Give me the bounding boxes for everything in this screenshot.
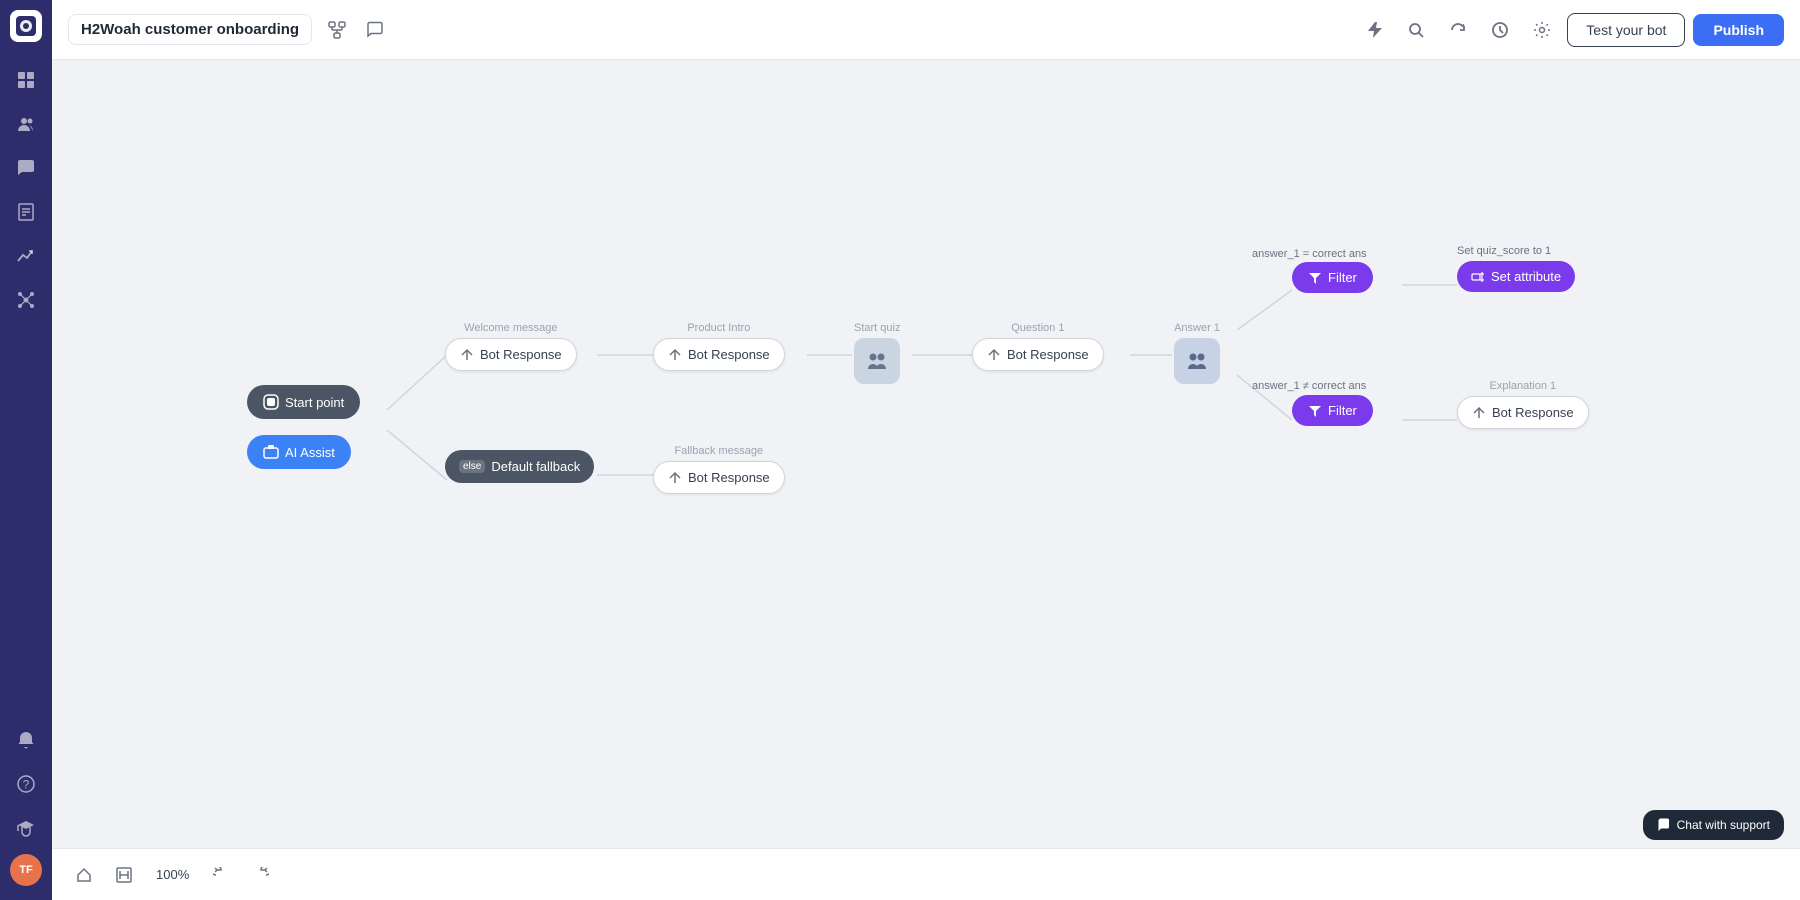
welcome-message-text: Bot Response (480, 347, 562, 362)
fallback-message-wrapper: Fallback message Bot Response (653, 445, 785, 494)
topbar-right: Test your bot Publish (1357, 13, 1784, 47)
refresh-icon[interactable] (1441, 13, 1475, 47)
chat-support-button[interactable]: Chat with support (1643, 810, 1784, 840)
incorrect-condition-label: answer_1 ≠ correct ans (1252, 380, 1366, 392)
explanation-1-wrapper: Explanation 1 Bot Response (1457, 380, 1589, 429)
integrations-icon[interactable] (8, 282, 44, 318)
search-icon[interactable] (1399, 13, 1433, 47)
start-point-node[interactable]: Start point (247, 385, 360, 419)
ai-assist-label: AI Assist (285, 445, 335, 460)
analytics-icon[interactable] (8, 238, 44, 274)
filter-incorrect-node[interactable]: Filter (1292, 395, 1373, 426)
else-badge: else (459, 460, 485, 473)
sidebar-bottom: ? TF (8, 718, 44, 890)
filter-correct-node[interactable]: Filter (1292, 262, 1373, 293)
filter-correct-text: Filter (1328, 270, 1357, 285)
dashboard-icon[interactable] (8, 62, 44, 98)
publish-button[interactable]: Publish (1693, 14, 1784, 46)
fallback-message-label: Fallback message (675, 445, 764, 457)
answer-1-wrapper: Answer 1 (1174, 322, 1220, 384)
lightning-icon[interactable] (1357, 13, 1391, 47)
start-quiz-label: Start quiz (854, 322, 900, 334)
explanation-1-label: Explanation 1 (1490, 380, 1557, 392)
chat-support-label: Chat with support (1677, 818, 1770, 832)
learn-icon[interactable] (8, 810, 44, 846)
correct-condition-label: answer_1 = correct ans (1252, 248, 1367, 260)
welcome-message-label: Welcome message (464, 322, 557, 334)
filter-incorrect-wrapper: Filter (1292, 395, 1373, 426)
flow-icon[interactable] (320, 13, 354, 47)
incorrect-condition-wrapper: answer_1 ≠ correct ans (1252, 380, 1366, 396)
explanation-1-text: Bot Response (1492, 405, 1574, 420)
fit-view-icon[interactable] (108, 859, 140, 891)
set-attribute-node[interactable]: Set attribute (1457, 261, 1575, 292)
welcome-message-wrapper: Welcome message Bot Response (445, 322, 577, 371)
answer-1-node[interactable] (1174, 338, 1220, 384)
product-intro-label: Product Intro (687, 322, 750, 334)
default-fallback-node[interactable]: else Default fallback (445, 450, 594, 483)
filter-incorrect-text: Filter (1328, 403, 1357, 418)
start-point-node-wrapper: Start point (247, 385, 360, 419)
undo-icon[interactable] (205, 859, 237, 891)
set-attr-wrapper: Set quiz_score to 1 Set attribute (1457, 245, 1575, 292)
filter-correct-wrapper: Filter (1292, 262, 1373, 293)
home-icon[interactable] (68, 859, 100, 891)
start-quiz-node[interactable] (854, 338, 900, 384)
topbar: H2Woah customer onboarding (52, 0, 1800, 60)
question-1-label: Question 1 (1011, 322, 1064, 334)
flow-canvas[interactable]: Start point AI Assist Welcome message Bo… (52, 60, 1800, 900)
settings-icon[interactable] (1525, 13, 1559, 47)
bottombar: 100% (52, 848, 1800, 900)
history-icon[interactable] (1483, 13, 1517, 47)
start-point-label: Start point (285, 395, 344, 410)
fallback-message-text: Bot Response (688, 470, 770, 485)
user-avatar[interactable]: TF (10, 854, 42, 886)
question-1-node[interactable]: Bot Response (972, 338, 1104, 371)
svg-text:?: ? (23, 778, 30, 792)
start-quiz-wrapper: Start quiz (854, 322, 900, 384)
explanation-1-node[interactable]: Bot Response (1457, 396, 1589, 429)
users-icon[interactable] (8, 106, 44, 142)
sidebar: ? TF (0, 0, 52, 900)
bell-icon[interactable] (8, 722, 44, 758)
project-name[interactable]: H2Woah customer onboarding (68, 14, 312, 45)
set-attr-condition-label: Set quiz_score to 1 (1457, 245, 1551, 257)
question-1-text: Bot Response (1007, 347, 1089, 362)
ai-assist-node-wrapper: AI Assist (247, 435, 351, 469)
test-bot-button[interactable]: Test your bot (1567, 13, 1685, 47)
ai-assist-node[interactable]: AI Assist (247, 435, 351, 469)
set-attribute-text: Set attribute (1491, 269, 1561, 284)
welcome-message-node[interactable]: Bot Response (445, 338, 577, 371)
redo-icon[interactable] (245, 859, 277, 891)
default-fallback-text: Default fallback (491, 459, 580, 474)
product-intro-wrapper: Product Intro Bot Response (653, 322, 785, 371)
app-logo[interactable] (10, 10, 42, 42)
product-intro-text: Bot Response (688, 347, 770, 362)
help-icon[interactable]: ? (8, 766, 44, 802)
fallback-message-node[interactable]: Bot Response (653, 461, 785, 494)
default-fallback-wrapper: else Default fallback (445, 450, 594, 483)
product-intro-node[interactable]: Bot Response (653, 338, 785, 371)
answer-1-label: Answer 1 (1174, 322, 1220, 334)
chat-icon[interactable] (8, 150, 44, 186)
zoom-level: 100% (148, 867, 197, 882)
flow-connectors (52, 60, 1800, 900)
question-1-wrapper: Question 1 Bot Response (972, 322, 1104, 371)
comment-icon[interactable] (358, 13, 392, 47)
reports-icon[interactable] (8, 194, 44, 230)
